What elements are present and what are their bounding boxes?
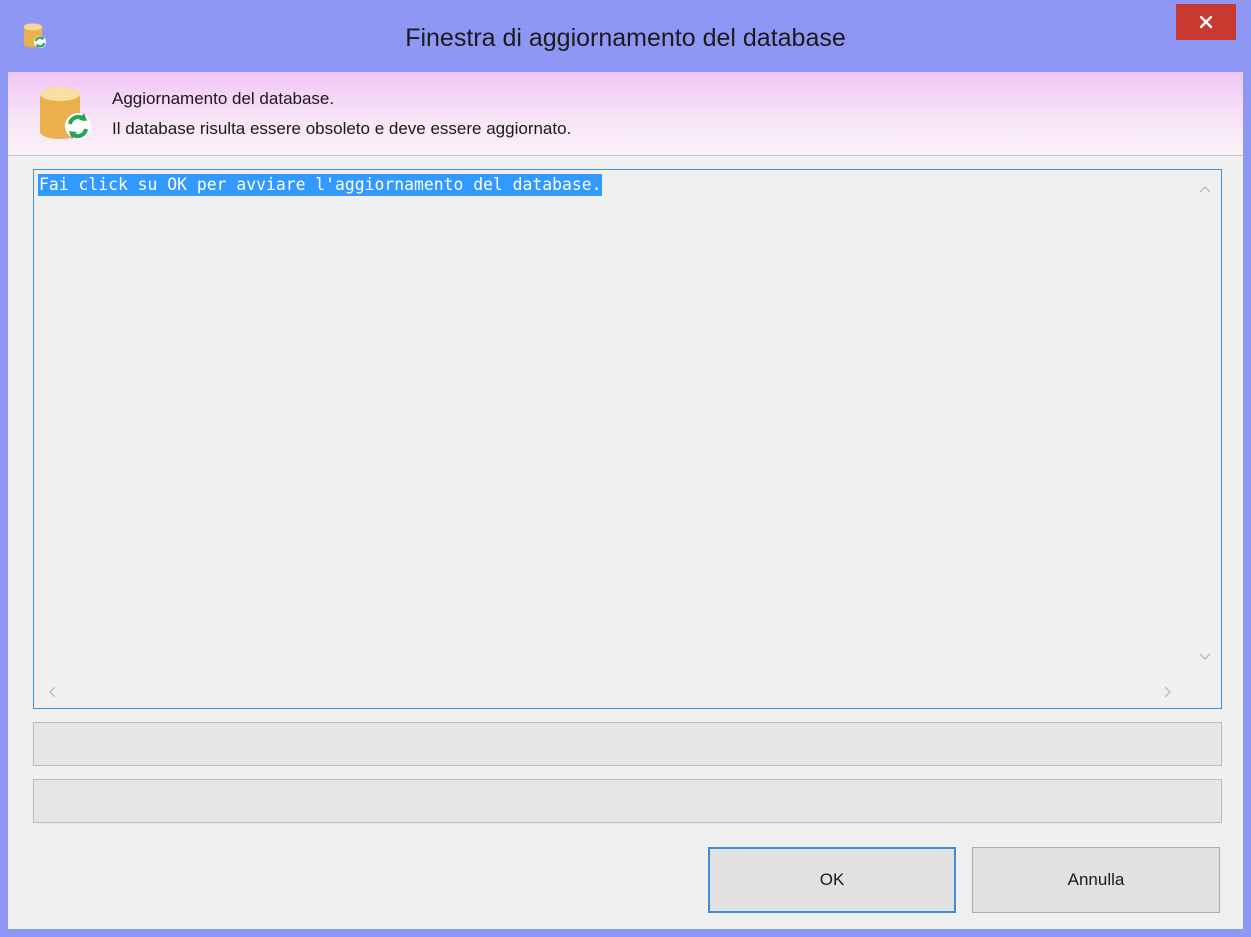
progress-bar-overall xyxy=(33,722,1222,766)
log-text-area[interactable]: Fai click su OK per avviare l'aggiorname… xyxy=(33,169,1222,709)
ok-button[interactable]: OK xyxy=(708,847,956,913)
dialog-client-area: Aggiornamento del database. Il database … xyxy=(8,72,1243,929)
close-button[interactable] xyxy=(1176,4,1236,40)
close-icon xyxy=(1199,15,1213,29)
scroll-up-icon[interactable] xyxy=(1199,182,1211,196)
title-bar[interactable]: Finestra di aggiornamento del database xyxy=(0,0,1251,72)
vertical-scrollbar[interactable] xyxy=(1187,170,1221,672)
scrollbar-corner xyxy=(1187,674,1221,708)
progress-bar-step xyxy=(33,779,1222,823)
scroll-right-icon[interactable] xyxy=(1164,686,1172,701)
window-title: Finestra di aggiornamento del database xyxy=(405,24,846,52)
dialog-header: Aggiornamento del database. Il database … xyxy=(8,72,1243,156)
header-description: Il database risulta essere obsoleto e de… xyxy=(112,119,572,138)
database-refresh-icon xyxy=(40,87,91,139)
header-title: Aggiornamento del database. xyxy=(112,89,335,108)
scroll-left-icon[interactable] xyxy=(48,686,56,701)
log-text[interactable]: Fai click su OK per avviare l'aggiorname… xyxy=(38,174,603,196)
horizontal-scrollbar[interactable] xyxy=(34,674,1186,708)
update-dialog-window: Finestra di aggiornamento del database A… xyxy=(0,0,1251,937)
scroll-down-icon[interactable] xyxy=(1199,650,1211,664)
cancel-button[interactable]: Annulla xyxy=(972,847,1220,913)
